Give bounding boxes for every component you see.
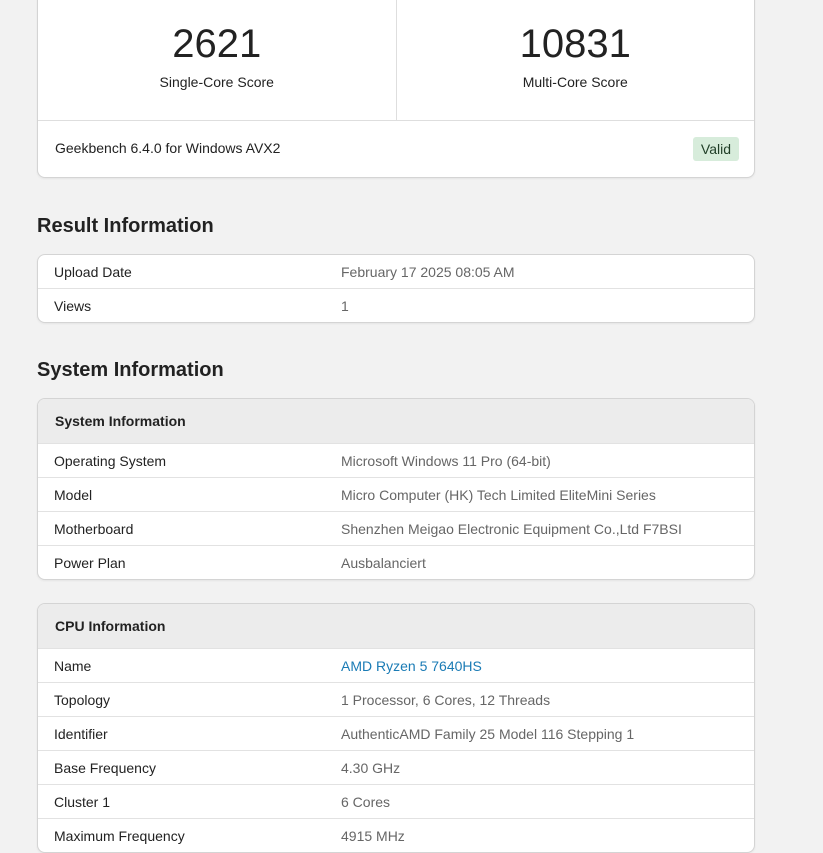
table-row: Maximum Frequency 4915 MHz: [38, 819, 754, 853]
row-key: Upload Date: [38, 255, 341, 289]
row-value: 1 Processor, 6 Cores, 12 Threads: [341, 682, 754, 717]
table-row: Views 1: [38, 289, 754, 323]
table-row: Power Plan Ausbalanciert: [38, 546, 754, 580]
row-key: Operating System: [38, 443, 341, 478]
row-value: Shenzhen Meigao Electronic Equipment Co.…: [341, 511, 754, 546]
row-key: Cluster 1: [38, 784, 341, 819]
row-value: AuthenticAMD Family 25 Model 116 Steppin…: [341, 716, 754, 751]
table-row: Upload Date February 17 2025 08:05 AM: [38, 255, 754, 289]
multi-core-score-value: 10831: [519, 22, 631, 66]
scores-row: 2621 Single-Core Score 10831 Multi-Core …: [38, 0, 754, 121]
row-key: Base Frequency: [38, 750, 341, 785]
row-value: 4.30 GHz: [341, 750, 754, 785]
single-core-score-label: Single-Core Score: [159, 74, 274, 90]
score-card: 2621 Single-Core Score 10831 Multi-Core …: [37, 0, 755, 178]
row-value: 1: [341, 297, 349, 314]
system-information-table-title: System Information: [38, 399, 754, 444]
table-row: Operating System Microsoft Windows 11 Pr…: [38, 443, 754, 478]
table-row: Motherboard Shenzhen Meigao Electronic E…: [38, 511, 754, 546]
geekbench-version: Geekbench 6.4.0 for Windows AVX2: [55, 140, 281, 156]
row-value: AMD Ryzen 5 7640HS: [341, 648, 754, 683]
row-key: Views: [54, 297, 92, 314]
table-header-row: System Information: [38, 399, 754, 444]
row-value: Micro Computer (HK) Tech Limited EliteMi…: [341, 477, 754, 512]
row-key: Motherboard: [38, 511, 341, 546]
row-key: Topology: [38, 682, 341, 717]
row-key: Model: [38, 477, 341, 512]
table-row: Topology 1 Processor, 6 Cores, 12 Thread…: [38, 682, 754, 717]
cpu-information-table-title: CPU Information: [38, 604, 754, 649]
row-value: Microsoft Windows 11 Pro (64-bit): [341, 443, 754, 478]
cpu-name-link[interactable]: AMD Ryzen 5 7640HS: [341, 658, 482, 674]
row-value: February 17 2025 08:05 AM: [341, 255, 754, 289]
row-value: Ausbalanciert: [341, 554, 426, 571]
valid-badge: Valid: [692, 137, 739, 161]
system-information-table: System Information Operating System Micr…: [38, 399, 754, 579]
table-header-row: CPU Information: [38, 604, 754, 649]
result-information-card: Upload Date February 17 2025 08:05 AM Vi…: [37, 254, 755, 323]
cpu-information-table: CPU Information Name AMD Ryzen 5 7640HS …: [38, 604, 754, 852]
row-value: 6 Cores: [341, 784, 754, 819]
row-key: Identifier: [38, 716, 341, 751]
table-row: Identifier AuthenticAMD Family 25 Model …: [38, 716, 754, 751]
multi-core-score: 10831 Multi-Core Score: [395, 0, 755, 120]
row-key: Maximum Frequency: [54, 827, 185, 844]
system-information-card: System Information Operating System Micr…: [37, 398, 755, 580]
single-core-score-value: 2621: [172, 22, 262, 66]
system-information-heading: System Information: [37, 359, 224, 381]
table-row: Base Frequency 4.30 GHz: [38, 750, 754, 785]
table-row: Cluster 1 6 Cores: [38, 784, 754, 819]
cpu-information-card: CPU Information Name AMD Ryzen 5 7640HS …: [37, 603, 755, 853]
version-row: Geekbench 6.4.0 for Windows AVX2 Valid: [38, 121, 754, 177]
row-key: Name: [38, 648, 341, 683]
result-information-table: Upload Date February 17 2025 08:05 AM Vi…: [38, 255, 754, 322]
result-information-heading: Result Information: [37, 215, 214, 237]
row-value: 4915 MHz: [341, 827, 405, 844]
row-key: Power Plan: [54, 554, 126, 571]
single-core-score: 2621 Single-Core Score: [38, 0, 396, 120]
multi-core-score-label: Multi-Core Score: [522, 74, 628, 90]
table-row: Name AMD Ryzen 5 7640HS: [38, 648, 754, 683]
table-row: Model Micro Computer (HK) Tech Limited E…: [38, 477, 754, 512]
